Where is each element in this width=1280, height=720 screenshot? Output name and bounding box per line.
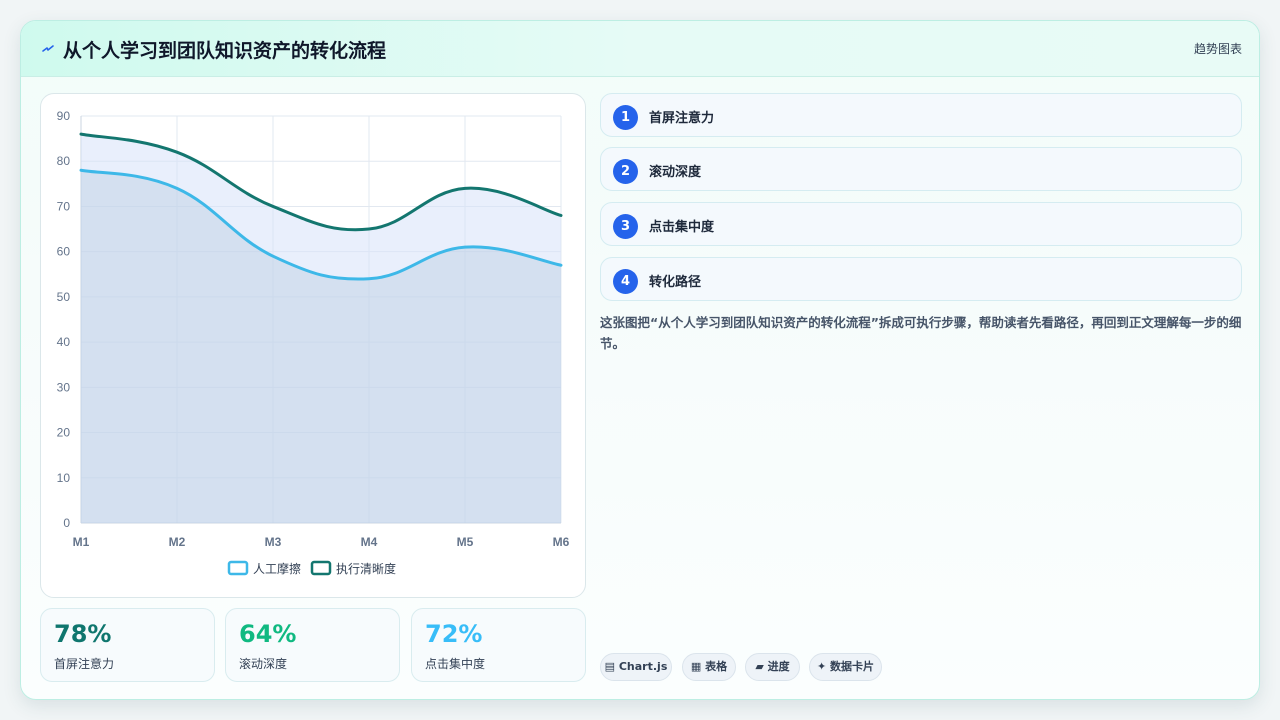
legend-label: 人工摩擦 (253, 561, 301, 576)
chart-icon: ▤ (604, 660, 616, 673)
main-card: 从个人学习到团队知识资产的转化流程 趋势图表 0 10 20 30 40 50 60 70 80… (20, 20, 1260, 700)
x-tick-label: M6 (553, 535, 570, 549)
progress-icon: ▰ (755, 660, 764, 673)
chip-chartjs[interactable]: ▤ Chart.js (600, 653, 672, 681)
stat-label: 点击集中度 (425, 657, 486, 671)
chart-panel: 0 10 20 30 40 50 60 70 80 90 M1 M2 M3 M4 M5 M6 人工摩擦 执行清晰度 (40, 93, 586, 598)
page-title: 从个人学习到团队知识资产的转化流程 (63, 40, 387, 62)
step-label: 点击集中度 (649, 220, 715, 235)
legend-label: 执行清晰度 (336, 561, 396, 576)
x-tick-label: M4 (361, 535, 378, 549)
y-tick-label: 60 (57, 245, 71, 259)
y-tick-label: 70 (57, 199, 71, 213)
x-tick-label: M5 (457, 535, 474, 549)
step-label: 首屏注意力 (649, 111, 715, 126)
chip-label: 进度 (767, 660, 790, 673)
stat-label: 滚动深度 (239, 657, 288, 671)
stat-card: 78% 首屏注意力 (40, 608, 215, 682)
stat-card: 64% 滚动深度 (225, 608, 400, 682)
y-tick-label: 10 (57, 471, 71, 485)
y-tick-label: 50 (57, 290, 71, 304)
stat-value: 72% (425, 620, 483, 648)
stat-label: 首屏注意力 (54, 657, 115, 671)
chip-label: Chart.js (618, 660, 668, 673)
chip-label: 数据卡片 (830, 660, 875, 673)
y-tick-label: 80 (57, 154, 71, 168)
chip-table[interactable]: ▦ 表格 (682, 653, 736, 681)
step-item[interactable]: 4 转化路径 (600, 257, 1242, 301)
step-item[interactable]: 3 点击集中度 (600, 202, 1242, 246)
chart-type-tag: 趋势图表 (1193, 42, 1242, 56)
step-label: 滚动深度 (649, 165, 702, 180)
description-text: 这张图把“从个人学习到团队知识资产的转化流程”拆成可执行步骤，帮助读者先看路径，… (600, 315, 1242, 351)
legend-swatch[interactable] (310, 560, 332, 576)
y-tick-label: 30 (57, 380, 71, 394)
y-tick-label: 90 (57, 109, 71, 123)
step-item[interactable]: 2 滚动深度 (600, 147, 1242, 191)
stat-card: 72% 点击集中度 (411, 608, 586, 682)
x-tick-label: M1 (73, 535, 90, 549)
sparkle-icon: ✦ (816, 660, 827, 673)
step-number-badge: 3 (613, 214, 638, 239)
stat-value: 64% (239, 620, 297, 648)
step-number-badge: 4 (613, 269, 638, 294)
legend-swatch[interactable] (227, 560, 249, 576)
stat-value: 78% (54, 620, 112, 648)
card-header: 从个人学习到团队知识资产的转化流程 趋势图表 (21, 21, 1259, 77)
x-tick-label: M2 (169, 535, 186, 549)
y-tick-label: 40 (57, 335, 71, 349)
step-number-badge: 2 (613, 159, 638, 184)
y-tick-label: 0 (63, 516, 70, 530)
chip-progress[interactable]: ▰ 进度 (745, 653, 800, 681)
step-label: 转化路径 (649, 275, 702, 290)
step-item[interactable]: 1 首屏注意力 (600, 93, 1242, 137)
step-number-badge: 1 (613, 105, 638, 130)
y-tick-label: 20 (57, 426, 71, 440)
chip-data-card[interactable]: ✦ 数据卡片 (809, 653, 882, 681)
area-chart: 0 10 20 30 40 50 60 70 80 90 M1 M2 M3 M4 M5 M6 人工摩擦 执行清晰度 (57, 109, 570, 576)
sparkle-bolt-icon (42, 45, 54, 52)
x-tick-label: M3 (265, 535, 282, 549)
chip-label: 表格 (705, 660, 728, 673)
table-icon: ▦ (690, 660, 702, 673)
